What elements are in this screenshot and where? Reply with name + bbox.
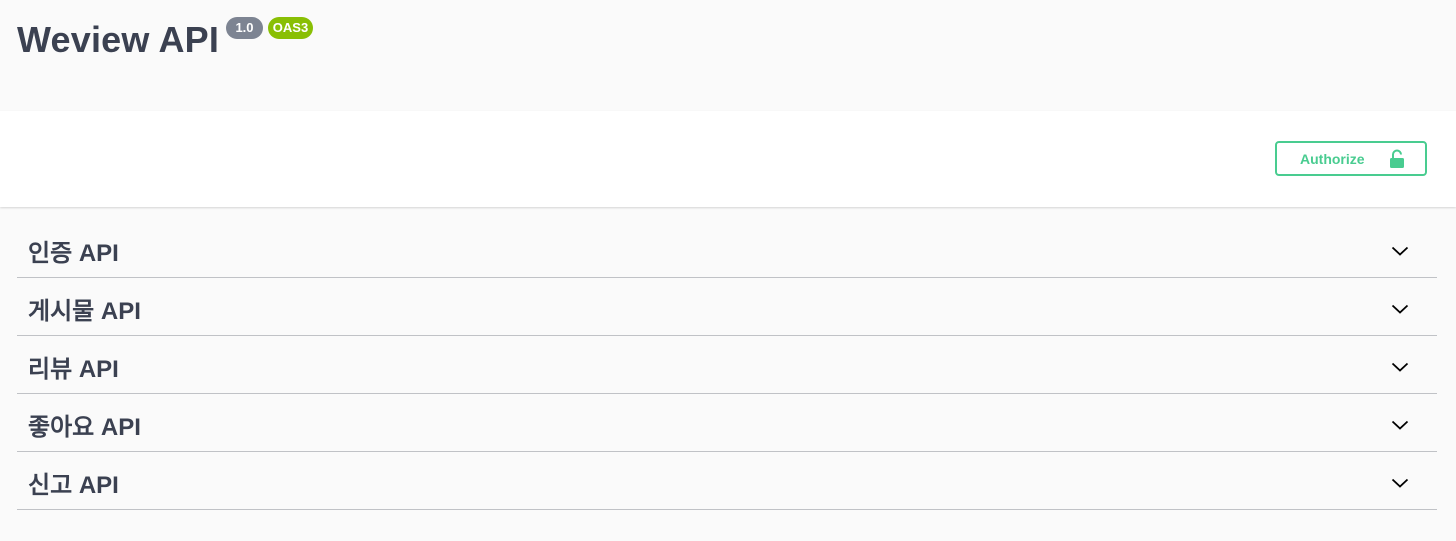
chevron-down-icon[interactable]	[1391, 303, 1409, 315]
tag-title: 신고 API	[28, 472, 119, 499]
chevron-down-icon[interactable]	[1391, 361, 1409, 373]
tag-list: 인증 API 게시물 API 리뷰 API 좋아요 API 신고 API	[17, 220, 1437, 510]
tag-section-posts[interactable]: 게시물 API	[17, 278, 1437, 336]
authorize-button[interactable]: Authorize	[1275, 141, 1427, 176]
tag-title: 게시물 API	[28, 298, 141, 325]
page-title: Weview API	[17, 19, 220, 60]
api-info-header: Weview API 1.0 OAS3	[0, 0, 1456, 111]
tag-section-reviews[interactable]: 리뷰 API	[17, 336, 1437, 394]
chevron-down-icon[interactable]	[1391, 245, 1409, 257]
tag-title: 좋아요 API	[28, 414, 141, 441]
unlocked-lock-icon	[1390, 149, 1404, 168]
scheme-container: Authorize	[0, 111, 1456, 207]
tag-section-auth[interactable]: 인증 API	[17, 220, 1437, 278]
tag-section-reports[interactable]: 신고 API	[17, 452, 1437, 510]
chevron-down-icon[interactable]	[1391, 419, 1409, 431]
chevron-down-icon[interactable]	[1391, 477, 1409, 489]
tag-title: 인증 API	[28, 240, 119, 267]
tag-title: 리뷰 API	[28, 356, 119, 383]
authorize-label: Authorize	[1300, 151, 1365, 167]
oas-badge: OAS3	[268, 17, 313, 39]
version-badge: 1.0	[226, 17, 263, 39]
tag-section-likes[interactable]: 좋아요 API	[17, 394, 1437, 452]
